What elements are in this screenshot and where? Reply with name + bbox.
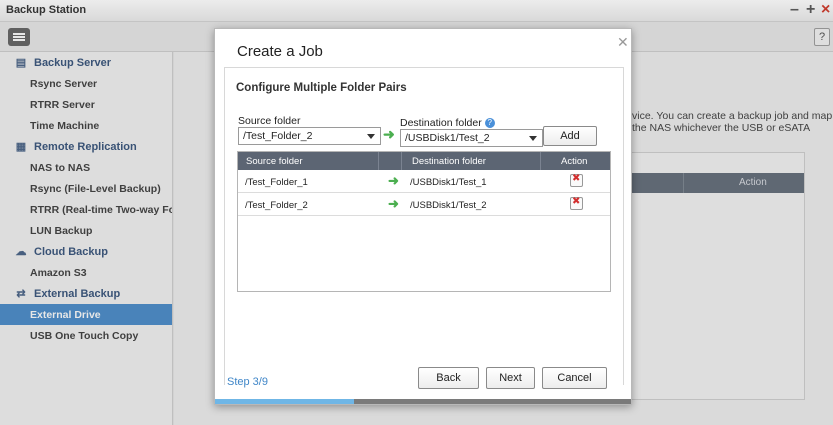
- back-button[interactable]: Back: [418, 367, 479, 389]
- source-folder-label: Source folder: [238, 115, 301, 127]
- column-divider: [540, 152, 541, 170]
- source-folder-select[interactable]: /Test_Folder_2: [238, 127, 381, 145]
- help-icon[interactable]: ?: [484, 118, 495, 128]
- delete-icon[interactable]: [570, 173, 583, 187]
- destination-cell: /USBDisk1/Test_1: [410, 177, 487, 188]
- destination-cell: /USBDisk1/Test_2: [410, 200, 487, 211]
- dialog-close-icon[interactable]: ✕: [617, 35, 629, 49]
- next-button[interactable]: Next: [486, 367, 535, 389]
- table-header: Source folder Destination folder Action: [238, 152, 610, 170]
- progress-fill: [215, 399, 354, 404]
- destination-folder-header: Destination folder: [412, 156, 486, 167]
- destination-folder-select[interactable]: /USBDisk1/Test_2: [400, 129, 543, 147]
- minimize-icon[interactable]: –: [790, 1, 799, 19]
- action-header: Action: [561, 156, 588, 167]
- table-row[interactable]: /Test_Folder_1 ➜ /USBDisk1/Test_1: [238, 170, 610, 193]
- column-divider: [401, 152, 402, 170]
- maximize-icon[interactable]: +: [806, 1, 815, 19]
- delete-icon[interactable]: [570, 196, 583, 210]
- progress-bar: [215, 399, 631, 404]
- column-divider: [378, 152, 379, 170]
- chevron-down-icon: [529, 136, 537, 141]
- create-job-dialog: Create a Job ✕ Configure Multiple Folder…: [214, 28, 632, 405]
- table-row[interactable]: /Test_Folder_2 ➜ /USBDisk1/Test_2: [238, 193, 610, 216]
- source-cell: /Test_Folder_1: [245, 177, 308, 188]
- arrow-right-icon: ➜: [383, 126, 395, 142]
- close-icon[interactable]: ×: [821, 1, 830, 19]
- folder-pairs-table: Source folder Destination folder Action …: [237, 151, 611, 292]
- source-folder-value: /Test_Folder_2: [243, 130, 313, 142]
- source-folder-header: Source folder: [246, 156, 303, 167]
- step-indicator: Step 3/9: [227, 376, 268, 388]
- cancel-button[interactable]: Cancel: [542, 367, 607, 389]
- destination-folder-label: Destination folder?: [400, 117, 495, 129]
- arrow-right-icon: ➜: [388, 196, 399, 211]
- dialog-title: Create a Job: [237, 43, 323, 60]
- destination-folder-value: /USBDisk1/Test_2: [405, 132, 490, 144]
- chevron-down-icon: [367, 134, 375, 139]
- destination-folder-label-text: Destination folder: [400, 117, 482, 129]
- window-title: Backup Station: [6, 4, 87, 16]
- add-button[interactable]: Add: [543, 126, 597, 146]
- arrow-right-icon: ➜: [388, 173, 399, 188]
- source-cell: /Test_Folder_2: [245, 200, 308, 211]
- dialog-subtitle: Configure Multiple Folder Pairs: [236, 82, 407, 94]
- window-title-bar: Backup Station – + ×: [0, 0, 833, 22]
